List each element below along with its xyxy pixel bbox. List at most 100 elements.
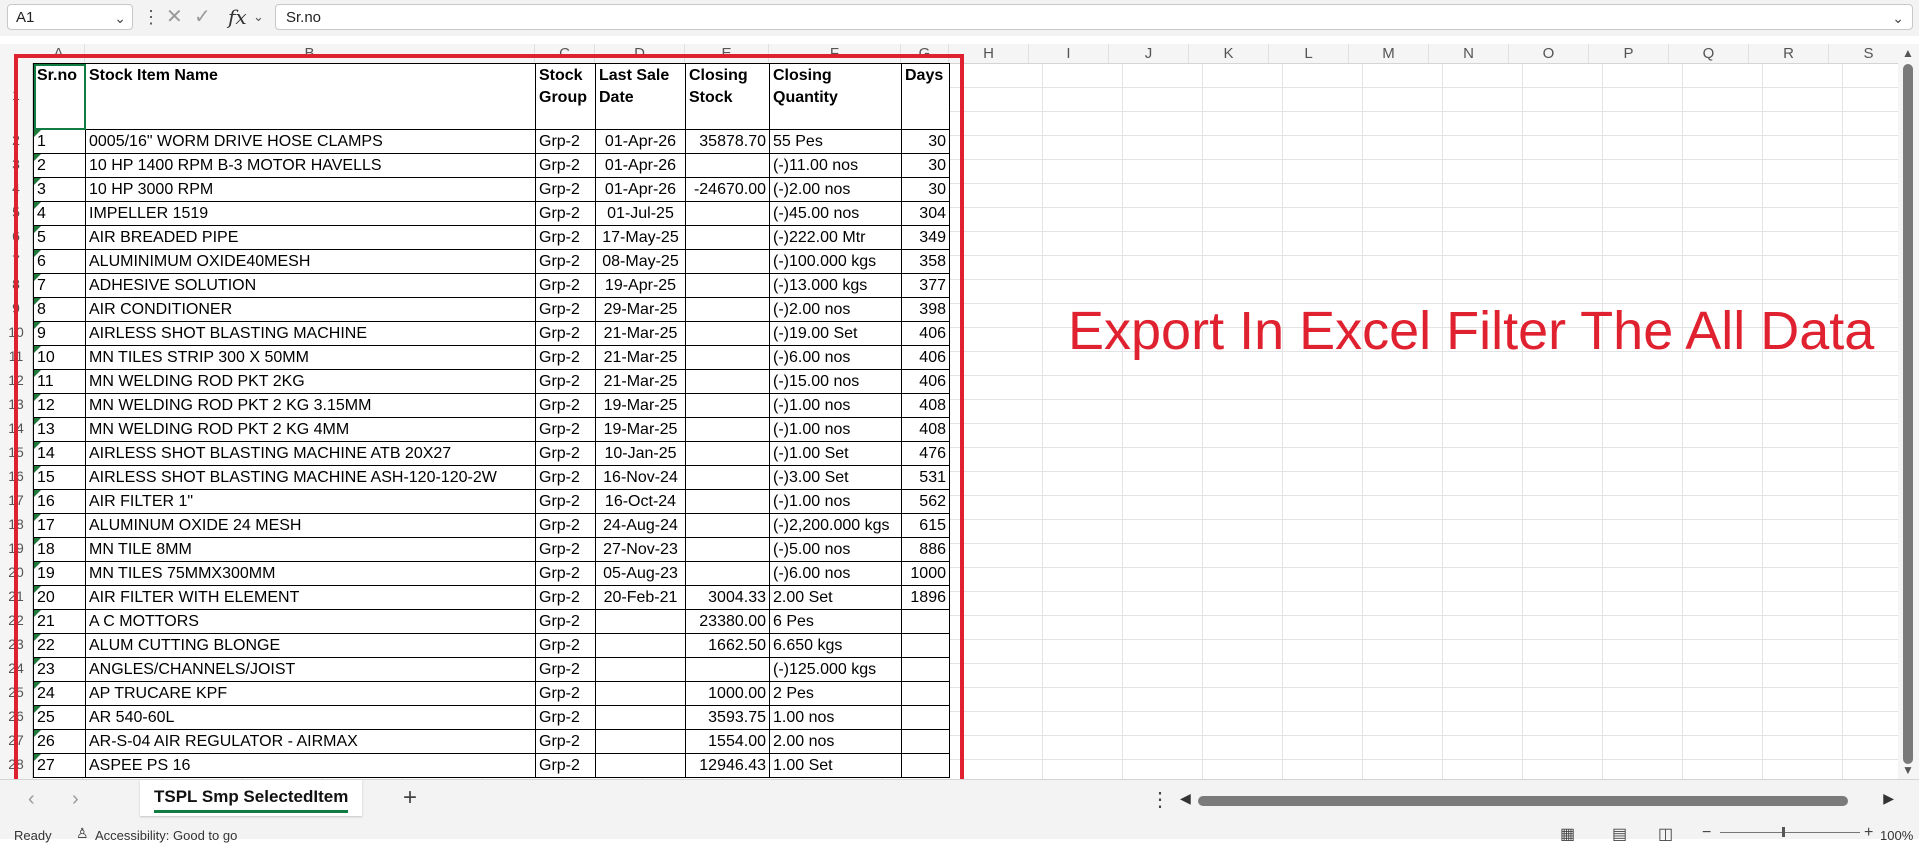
table-cell[interactable]: (-)6.00 nos xyxy=(769,345,902,370)
table-cell[interactable]: 398 xyxy=(901,297,950,322)
table-cell[interactable]: 3593.75 xyxy=(685,705,770,730)
table-cell[interactable]: A C MOTTORS xyxy=(85,609,536,634)
table-cell[interactable] xyxy=(685,537,770,562)
table-cell[interactable]: 20-Feb-21 xyxy=(595,585,686,610)
table-cell[interactable]: AR-S-04 AIR REGULATOR - AIRMAX xyxy=(85,729,536,754)
header-cell[interactable]: Last Sale Date xyxy=(595,63,686,130)
table-cell[interactable]: AIR FILTER WITH ELEMENT xyxy=(85,585,536,610)
table-cell[interactable]: 30 xyxy=(901,177,950,202)
column-header-o[interactable]: O xyxy=(1509,44,1589,63)
table-cell[interactable]: 1662.50 xyxy=(685,633,770,658)
table-cell[interactable]: 10 xyxy=(33,345,86,370)
zoom-out-icon[interactable]: − xyxy=(1702,824,1711,842)
column-header-r[interactable]: R xyxy=(1749,44,1829,63)
column-header-d[interactable]: D xyxy=(595,44,685,63)
table-cell[interactable]: 615 xyxy=(901,513,950,538)
table-cell[interactable]: 19-Apr-25 xyxy=(595,273,686,298)
column-header-l[interactable]: L xyxy=(1269,44,1349,63)
table-cell[interactable]: 20 xyxy=(33,585,86,610)
table-cell[interactable]: (-)1.00 nos xyxy=(769,417,902,442)
table-cell[interactable]: 6 Pes xyxy=(769,609,902,634)
table-cell[interactable]: MN TILES STRIP 300 X 50MM xyxy=(85,345,536,370)
table-cell[interactable]: 13 xyxy=(33,417,86,442)
table-cell[interactable]: AIR FILTER 1" xyxy=(85,489,536,514)
table-cell[interactable]: 408 xyxy=(901,393,950,418)
table-cell[interactable]: (-)100.000 kgs xyxy=(769,249,902,274)
table-cell[interactable] xyxy=(901,657,950,682)
row-header[interactable]: 26 xyxy=(0,708,32,732)
row-header[interactable]: 13 xyxy=(0,396,32,420)
table-cell[interactable]: 4 xyxy=(33,201,86,226)
scroll-down-icon[interactable]: ▼ xyxy=(1902,763,1914,777)
table-cell[interactable]: Grp-2 xyxy=(535,609,596,634)
table-cell[interactable]: 1554.00 xyxy=(685,729,770,754)
table-cell[interactable]: 01-Jul-25 xyxy=(595,201,686,226)
table-cell[interactable]: 0005/16" WORM DRIVE HOSE CLAMPS xyxy=(85,129,536,154)
table-cell[interactable]: AIR CONDITIONER xyxy=(85,297,536,322)
page-layout-icon[interactable]: ▤ xyxy=(1612,824,1627,844)
table-cell[interactable]: Grp-2 xyxy=(535,345,596,370)
table-cell[interactable]: 01-Apr-26 xyxy=(595,153,686,178)
table-cell[interactable]: AIR BREADED PIPE xyxy=(85,225,536,250)
table-cell[interactable]: ANGLES/CHANNELS/JOIST xyxy=(85,657,536,682)
table-cell[interactable]: 21-Mar-25 xyxy=(595,369,686,394)
row-header[interactable]: 20 xyxy=(0,564,32,588)
table-cell[interactable]: 29-Mar-25 xyxy=(595,297,686,322)
row-header[interactable]: 24 xyxy=(0,660,32,684)
table-cell[interactable]: Grp-2 xyxy=(535,633,596,658)
row-header[interactable]: 15 xyxy=(0,444,32,468)
table-cell[interactable] xyxy=(595,657,686,682)
table-cell[interactable]: 408 xyxy=(901,417,950,442)
table-cell[interactable] xyxy=(901,753,950,778)
scroll-up-icon[interactable]: ▲ xyxy=(1902,46,1914,60)
zoom-level[interactable]: 100% xyxy=(1880,828,1913,843)
table-cell[interactable]: Grp-2 xyxy=(535,369,596,394)
row-header[interactable]: 1 xyxy=(0,87,32,111)
table-cell[interactable]: (-)125.000 kgs xyxy=(769,657,902,682)
data-table[interactable]: Sr.no Stock Item Name Stock Group Last Sale… xyxy=(33,63,950,778)
table-cell[interactable]: 12946.43 xyxy=(685,753,770,778)
row-header[interactable]: 11 xyxy=(0,348,32,372)
table-cell[interactable]: 377 xyxy=(901,273,950,298)
accessibility-status[interactable]: Accessibility: Good to go xyxy=(95,828,237,843)
table-cell[interactable]: Grp-2 xyxy=(535,297,596,322)
zoom-in-icon[interactable]: + xyxy=(1864,824,1873,842)
column-header-e[interactable]: E xyxy=(685,44,769,63)
table-cell[interactable]: Grp-2 xyxy=(535,585,596,610)
row-header[interactable]: 27 xyxy=(0,732,32,756)
table-cell[interactable]: Grp-2 xyxy=(535,153,596,178)
table-cell[interactable]: 2.00 Set xyxy=(769,585,902,610)
column-header-h[interactable]: H xyxy=(949,44,1029,63)
table-cell[interactable]: 30 xyxy=(901,129,950,154)
table-cell[interactable]: 16 xyxy=(33,489,86,514)
row-header[interactable]: 17 xyxy=(0,492,32,516)
table-cell[interactable]: Grp-2 xyxy=(535,225,596,250)
table-cell[interactable] xyxy=(685,225,770,250)
table-cell[interactable]: 1896 xyxy=(901,585,950,610)
table-cell[interactable]: 358 xyxy=(901,249,950,274)
table-cell[interactable] xyxy=(685,201,770,226)
header-cell[interactable]: Sr.no xyxy=(33,63,86,130)
table-cell[interactable]: 2 xyxy=(33,153,86,178)
header-cell[interactable]: Days xyxy=(901,63,950,130)
table-cell[interactable] xyxy=(901,705,950,730)
accessibility-icon[interactable]: ♙ xyxy=(76,825,89,842)
table-cell[interactable]: (-)222.00 Mtr xyxy=(769,225,902,250)
table-cell[interactable]: (-)45.00 nos xyxy=(769,201,902,226)
column-header-i[interactable]: I xyxy=(1029,44,1109,63)
table-cell[interactable]: (-)19.00 Set xyxy=(769,321,902,346)
column-header-k[interactable]: K xyxy=(1189,44,1269,63)
column-header-f[interactable]: F xyxy=(769,44,901,63)
table-cell[interactable]: 17-May-25 xyxy=(595,225,686,250)
close-icon[interactable]: ✕ xyxy=(166,5,183,29)
table-cell[interactable] xyxy=(901,633,950,658)
table-cell[interactable]: 16-Oct-24 xyxy=(595,489,686,514)
column-header-n[interactable]: N xyxy=(1429,44,1509,63)
table-cell[interactable]: Grp-2 xyxy=(535,465,596,490)
table-cell[interactable]: ADHESIVE SOLUTION xyxy=(85,273,536,298)
table-cell[interactable]: Grp-2 xyxy=(535,321,596,346)
vertical-scroll-thumb[interactable] xyxy=(1903,64,1913,764)
table-cell[interactable]: (-)13.000 kgs xyxy=(769,273,902,298)
table-cell[interactable]: (-)2,200.000 kgs xyxy=(769,513,902,538)
table-cell[interactable]: Grp-2 xyxy=(535,705,596,730)
